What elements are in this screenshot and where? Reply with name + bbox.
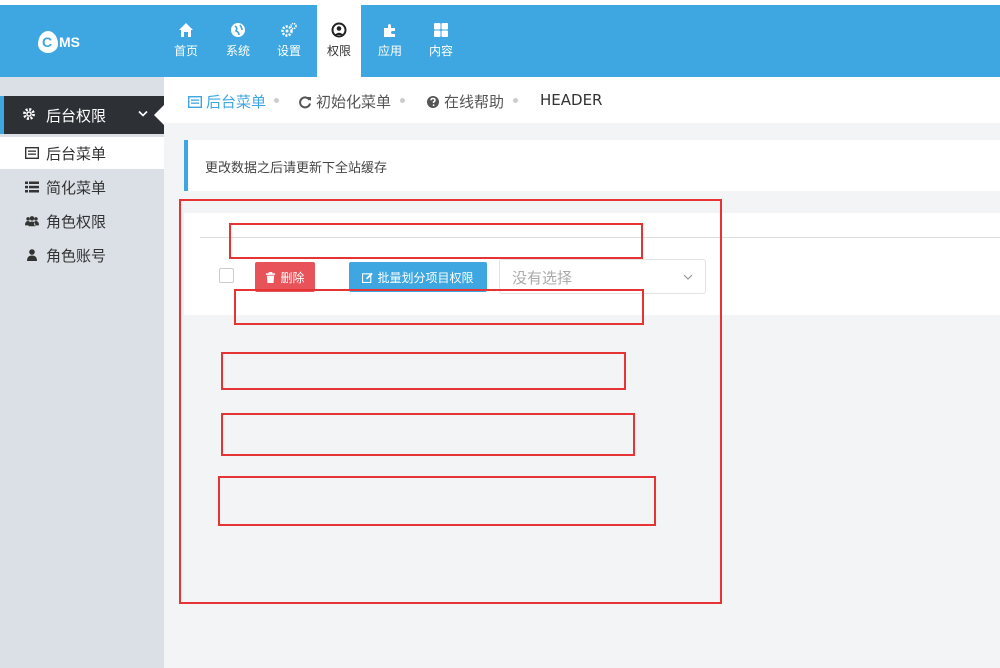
annotation-box bbox=[218, 476, 656, 526]
breadcrumb: 后台菜单 初始化菜单 在线帮助 HEADER bbox=[164, 77, 1000, 123]
sidebar-group-label: 后台权限 bbox=[46, 107, 107, 125]
nav-settings-label: 设置 bbox=[276, 44, 301, 58]
sidebar-item-role-permissions[interactable]: 角色权限 bbox=[0, 205, 164, 237]
users-icon bbox=[25, 216, 39, 227]
annotation-outer-box bbox=[179, 199, 722, 604]
breadcrumb-header[interactable]: HEADER bbox=[540, 91, 602, 109]
nav-system[interactable]: 系统 bbox=[216, 5, 260, 77]
list-icon bbox=[25, 181, 39, 193]
chevron-down-icon bbox=[138, 110, 148, 117]
nav-system-label: 系统 bbox=[225, 44, 250, 58]
sidebar-item-label: 后台菜单 bbox=[46, 145, 107, 163]
refresh-icon bbox=[299, 95, 311, 108]
gear-icon bbox=[23, 108, 35, 120]
top-navbar: MS 首页 系统 设置 权限 应用 内容 bbox=[0, 5, 1000, 77]
nav-home-label: 首页 bbox=[173, 44, 198, 58]
home-icon bbox=[179, 23, 193, 37]
sidebar-item-label: 角色账号 bbox=[46, 247, 107, 265]
active-notch bbox=[154, 105, 164, 125]
nav-permissions[interactable]: 权限 bbox=[317, 5, 361, 77]
nav-permissions-label: 权限 bbox=[326, 44, 351, 58]
cms-logo[interactable]: MS bbox=[38, 27, 98, 57]
notice-text: 更改数据之后请更新下全站缓存 bbox=[205, 161, 388, 176]
sidebar-item-role-accounts[interactable]: 角色账号 bbox=[0, 239, 164, 271]
sidebar-item-simple-menu[interactable]: 简化菜单 bbox=[0, 171, 164, 203]
question-circle-icon bbox=[427, 95, 439, 108]
nav-home[interactable]: 首页 bbox=[164, 5, 208, 77]
list-alt-icon bbox=[188, 95, 202, 108]
sidebar-item-backend-menu[interactable]: 后台菜单 bbox=[0, 137, 164, 169]
breadcrumb-online-help[interactable]: 在线帮助 bbox=[426, 91, 504, 112]
nav-content[interactable]: 内容 bbox=[419, 5, 463, 77]
breadcrumb-label: HEADER bbox=[540, 91, 603, 109]
nav-apps-label: 应用 bbox=[377, 44, 402, 58]
list-alt-icon bbox=[25, 147, 39, 159]
breadcrumb-label: 初始化菜单 bbox=[316, 93, 392, 111]
breadcrumb-separator bbox=[274, 98, 279, 103]
nav-content-label: 内容 bbox=[428, 44, 453, 58]
logo-drop-icon bbox=[38, 31, 58, 53]
user-circle-icon bbox=[331, 22, 347, 38]
breadcrumb-separator bbox=[513, 98, 518, 103]
sidebar: 后台权限 后台菜单 简化菜单 角色权限 角色账号 bbox=[0, 77, 164, 668]
globe-icon bbox=[231, 23, 245, 37]
annotation-box bbox=[221, 413, 635, 456]
annotation-box bbox=[229, 223, 643, 259]
puzzle-icon bbox=[384, 24, 395, 37]
nav-settings[interactable]: 设置 bbox=[267, 5, 311, 77]
breadcrumb-init-menu[interactable]: 初始化菜单 bbox=[298, 91, 391, 112]
annotation-box bbox=[234, 289, 644, 325]
cogs-icon bbox=[281, 22, 297, 37]
breadcrumb-backend-menu[interactable]: 后台菜单 bbox=[188, 91, 266, 112]
breadcrumb-label: 在线帮助 bbox=[444, 93, 505, 111]
logo-text: MS bbox=[59, 34, 80, 50]
sidebar-group-backend-permissions[interactable]: 后台权限 bbox=[0, 96, 164, 134]
sidebar-item-label: 角色权限 bbox=[46, 213, 107, 231]
cache-notice: 更改数据之后请更新下全站缓存 bbox=[184, 140, 1000, 191]
annotation-box bbox=[221, 352, 626, 390]
breadcrumb-label: 后台菜单 bbox=[206, 93, 267, 111]
nav-apps[interactable]: 应用 bbox=[368, 5, 412, 77]
sidebar-item-label: 简化菜单 bbox=[46, 179, 107, 197]
breadcrumb-separator bbox=[400, 98, 405, 103]
user-icon bbox=[27, 249, 37, 261]
grid-icon bbox=[434, 23, 448, 37]
